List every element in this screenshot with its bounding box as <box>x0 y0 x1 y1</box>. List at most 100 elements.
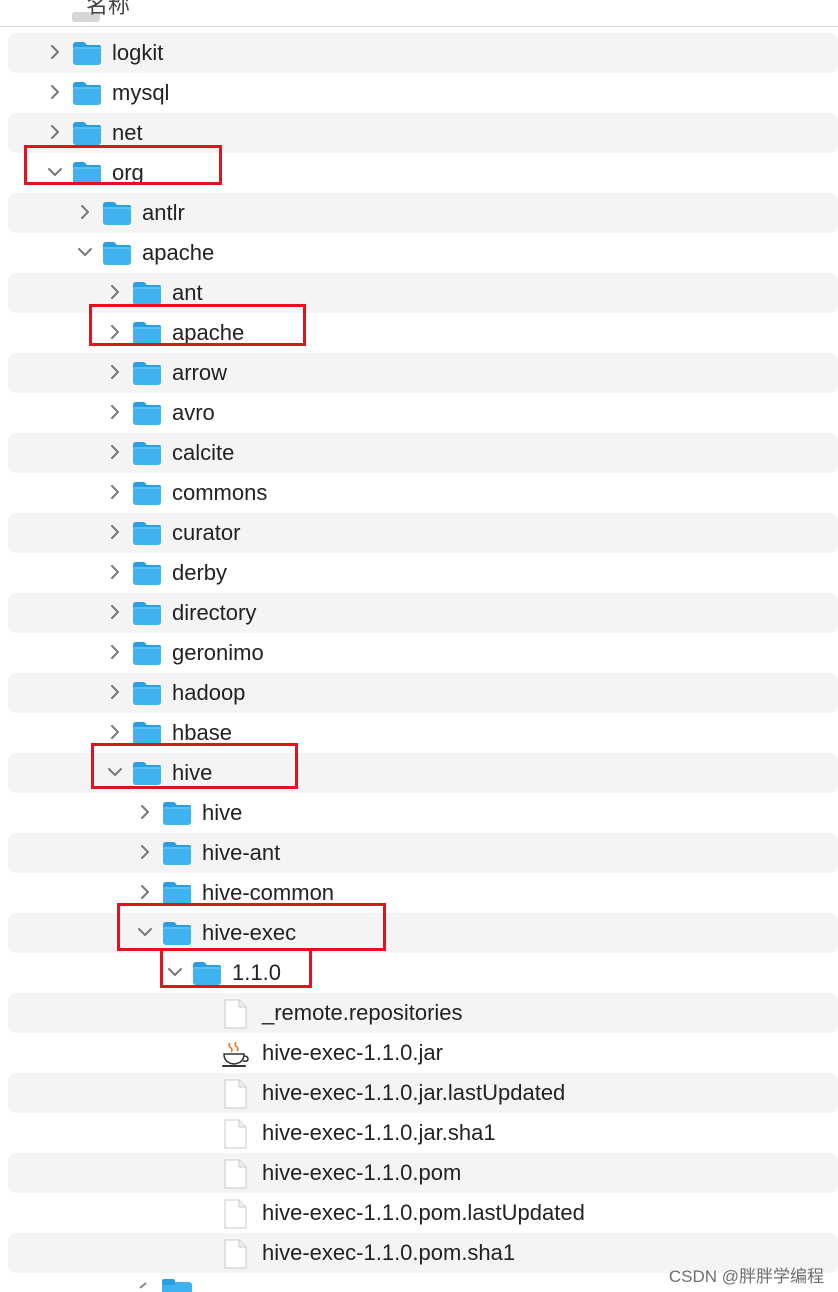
file-icon <box>221 1159 249 1194</box>
tree-row-hive-exec-1-1-0-jar[interactable]: hive-exec-1.1.0.jar <box>0 1033 838 1073</box>
chevron-down-icon[interactable] <box>107 764 123 780</box>
folder-icon <box>131 719 163 752</box>
tree-row-apache[interactable]: apache <box>0 233 838 273</box>
tree-row-apache[interactable]: apache <box>0 304 838 353</box>
tree-row-calcite[interactable]: calcite <box>0 433 838 473</box>
tree-row--remote-repositories[interactable]: _remote.repositories <box>0 993 838 1033</box>
folder-icon <box>161 839 193 872</box>
chevron-down-icon[interactable] <box>167 964 183 980</box>
file-icon <box>221 1119 249 1154</box>
tree-item-label: logkit <box>112 40 164 65</box>
tree-item-label: ant <box>172 280 203 305</box>
tree-item-label: geronimo <box>172 640 264 665</box>
chevron-right-icon[interactable] <box>77 204 93 220</box>
chevron-right-icon[interactable] <box>107 364 123 380</box>
tree-row-hive[interactable]: hive <box>0 793 838 833</box>
tree-item-label: hive-exec-1.1.0.jar <box>262 1040 443 1065</box>
folder-icon <box>131 479 163 512</box>
tree-row-org[interactable]: org <box>0 145 838 193</box>
folder-icon <box>71 119 103 152</box>
tree-row-antlr[interactable]: antlr <box>0 193 838 233</box>
chevron-right-icon[interactable] <box>137 804 153 820</box>
tree-row-curator[interactable]: curator <box>0 513 838 553</box>
chevron-right-icon[interactable] <box>107 644 123 660</box>
tree-item-label: hadoop <box>172 680 246 705</box>
file-icon <box>221 1239 249 1274</box>
tree-row-hive-common[interactable]: hive-common <box>0 873 838 913</box>
tree-item-label: 1.1.0 <box>232 960 281 985</box>
chevron-right-icon[interactable] <box>47 124 63 140</box>
folder-icon <box>131 599 163 632</box>
chevron-right-icon[interactable] <box>107 444 123 460</box>
folder-icon <box>161 799 193 832</box>
tree-item-label: hive-exec-1.1.0.jar.lastUpdated <box>262 1080 566 1105</box>
tree-item-label: directory <box>172 600 257 625</box>
tree-item-label: curator <box>172 520 241 545</box>
tree-row-hive-exec-1-1-0-jar-lastupdated[interactable]: hive-exec-1.1.0.jar.lastUpdated <box>0 1073 838 1113</box>
tree-item-label: calcite <box>172 440 235 465</box>
folder-icon <box>131 679 163 712</box>
tree-row-directory[interactable]: directory <box>0 593 838 633</box>
tree-row-commons[interactable]: commons <box>0 473 838 513</box>
tree-item-label: hive <box>172 760 213 785</box>
chevron-right-icon[interactable] <box>47 44 63 60</box>
folder-icon <box>71 79 103 112</box>
chevron-down-icon[interactable] <box>47 164 63 180</box>
tree-row-derby[interactable]: derby <box>0 553 838 593</box>
chevron-right-icon[interactable] <box>137 884 153 900</box>
chevron-right-icon[interactable] <box>107 284 123 300</box>
chevron-right-icon[interactable] <box>107 484 123 500</box>
tree-row-avro[interactable]: avro <box>0 393 838 433</box>
column-title-name[interactable]: 名称 <box>86 0 130 20</box>
tree-item-label: antlr <box>142 200 185 225</box>
tree-item-label: arrow <box>172 360 228 385</box>
file-tree: logkit mysql net org antlr apache ant apache arr… <box>0 33 838 1273</box>
folder-icon <box>131 759 163 792</box>
tree-row-arrow[interactable]: arrow <box>0 353 838 393</box>
tree-row-net[interactable]: net <box>0 113 838 153</box>
tree-item-label: hive-exec-1.1.0.pom.sha1 <box>262 1240 516 1265</box>
chevron-right-icon[interactable] <box>107 404 123 420</box>
folder-icon <box>131 559 163 592</box>
folder-icon <box>191 959 223 992</box>
tree-row-1-1-0[interactable]: 1.1.0 <box>0 948 838 993</box>
tree-item-label: commons <box>172 480 268 505</box>
folder-icon <box>101 239 133 272</box>
column-header: 名称 <box>0 0 838 27</box>
tree-row-hive-exec-1-1-0-jar-sha1[interactable]: hive-exec-1.1.0.jar.sha1 <box>0 1113 838 1153</box>
chevron-right-icon[interactable] <box>107 324 123 340</box>
chevron-right-icon[interactable] <box>107 524 123 540</box>
tree-item-label: hive-exec-1.1.0.pom <box>262 1160 462 1185</box>
chevron-right-icon[interactable] <box>47 84 63 100</box>
tree-row-ant[interactable]: ant <box>0 273 838 313</box>
folder-icon <box>131 279 163 312</box>
chevron-right-icon[interactable] <box>107 684 123 700</box>
tree-item-label: derby <box>172 560 228 585</box>
tree-row-hive[interactable]: hive <box>0 743 838 793</box>
tree-row-geronimo[interactable]: geronimo <box>0 633 838 673</box>
chevron-right-icon[interactable] <box>137 844 153 860</box>
tree-row-hive-ant[interactable]: hive-ant <box>0 833 838 873</box>
tree-row-hbase[interactable]: hbase <box>0 713 838 753</box>
chevron-right-icon[interactable] <box>107 564 123 580</box>
tree-item-label: hive-ant <box>202 840 281 865</box>
chevron-down-icon[interactable] <box>77 244 93 260</box>
tree-row-hadoop[interactable]: hadoop <box>0 673 838 713</box>
folder-icon <box>131 639 163 672</box>
file-icon <box>221 1079 249 1114</box>
chevron-down-icon[interactable] <box>137 924 153 940</box>
folder-icon <box>71 159 103 192</box>
chevron-right-icon[interactable] <box>107 604 123 620</box>
folder-icon <box>131 319 163 352</box>
java-jar-icon <box>221 1039 249 1074</box>
folder-icon <box>131 439 163 472</box>
tree-row-mysql[interactable]: mysql <box>0 73 838 113</box>
tree-row-hive-exec[interactable]: hive-exec <box>0 903 838 953</box>
file-icon <box>221 1199 249 1234</box>
tree-row-hive-exec-1-1-0-pom-lastupdated[interactable]: hive-exec-1.1.0.pom.lastUpdated <box>0 1193 838 1233</box>
chevron-right-icon[interactable] <box>107 724 123 740</box>
file-icon <box>221 999 249 1034</box>
tree-row-hive-exec-1-1-0-pom[interactable]: hive-exec-1.1.0.pom <box>0 1153 838 1193</box>
tree-item-label: net <box>112 120 143 145</box>
tree-row-logkit[interactable]: logkit <box>0 33 838 73</box>
